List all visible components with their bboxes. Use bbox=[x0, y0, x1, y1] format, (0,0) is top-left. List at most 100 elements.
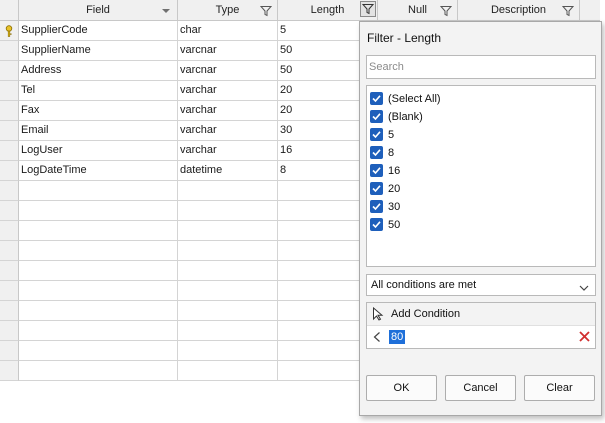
cell-type[interactable] bbox=[178, 261, 278, 281]
add-condition-button[interactable]: Add Condition bbox=[367, 303, 595, 326]
cell-field[interactable]: Fax bbox=[19, 101, 178, 121]
filter-value-list: (Select All) (Blank) 5 8 16 20 30 50 bbox=[366, 85, 596, 267]
checkbox-checked-icon[interactable] bbox=[370, 92, 383, 105]
column-header-null[interactable]: Null bbox=[378, 0, 458, 20]
cell-type[interactable] bbox=[178, 321, 278, 341]
cell-field[interactable]: SupplierName bbox=[19, 41, 178, 61]
cell-type[interactable]: varchar bbox=[178, 141, 278, 161]
filter-title: Filter - Length bbox=[367, 31, 442, 45]
checkbox-checked-icon[interactable] bbox=[370, 182, 383, 195]
cell-type[interactable]: varcnar bbox=[178, 41, 278, 61]
row-indicator[interactable] bbox=[0, 361, 19, 381]
condition-value[interactable]: 80 bbox=[389, 330, 406, 344]
cell-field[interactable]: Email bbox=[19, 121, 178, 141]
row-indicator[interactable] bbox=[0, 41, 19, 61]
cell-field[interactable] bbox=[19, 361, 178, 381]
cell-type[interactable] bbox=[178, 241, 278, 261]
cell-field[interactable] bbox=[19, 321, 178, 341]
filter-active-icon[interactable] bbox=[360, 1, 376, 17]
column-header-label: Field bbox=[86, 4, 110, 16]
cell-type[interactable]: varchar bbox=[178, 81, 278, 101]
filter-icon[interactable] bbox=[561, 4, 575, 17]
cell-field[interactable]: LogUser bbox=[19, 141, 178, 161]
cell-type[interactable]: char bbox=[178, 21, 278, 41]
add-condition-label: Add Condition bbox=[391, 308, 461, 320]
cell-type[interactable]: varchar bbox=[178, 101, 278, 121]
filter-search-input[interactable] bbox=[366, 55, 596, 79]
cell-type[interactable] bbox=[178, 201, 278, 221]
cell-field[interactable]: LogDateTime bbox=[19, 161, 178, 181]
filter-icon[interactable] bbox=[439, 4, 453, 17]
filter-value-item[interactable]: (Blank) bbox=[369, 108, 589, 126]
row-indicator[interactable] bbox=[0, 161, 19, 181]
cancel-button[interactable]: Cancel bbox=[445, 375, 516, 401]
checkbox-checked-icon[interactable] bbox=[370, 110, 383, 123]
delete-condition-icon[interactable] bbox=[579, 331, 590, 345]
checkbox-checked-icon[interactable] bbox=[370, 200, 383, 213]
row-indicator[interactable] bbox=[0, 201, 19, 221]
column-header-length[interactable]: Length bbox=[278, 0, 378, 20]
row-indicator[interactable] bbox=[0, 301, 19, 321]
filter-value-item[interactable]: (Select All) bbox=[369, 90, 589, 108]
filter-value-item[interactable]: 20 bbox=[369, 180, 589, 198]
filter-value-item[interactable]: 8 bbox=[369, 144, 589, 162]
row-indicator[interactable] bbox=[0, 341, 19, 361]
cell-field[interactable] bbox=[19, 241, 178, 261]
cell-type[interactable] bbox=[178, 341, 278, 361]
condition-mode-select[interactable]: All conditions are met bbox=[366, 274, 596, 296]
cell-field[interactable] bbox=[19, 201, 178, 221]
cell-type[interactable]: varchar bbox=[178, 121, 278, 141]
filter-popup: Filter - Length (Select All) (Blank) 5 8 16 2… bbox=[359, 21, 602, 416]
cell-type[interactable] bbox=[178, 281, 278, 301]
cell-field[interactable] bbox=[19, 341, 178, 361]
column-header-type[interactable]: Type bbox=[178, 0, 278, 20]
row-indicator[interactable] bbox=[0, 221, 19, 241]
row-indicator[interactable] bbox=[0, 81, 19, 101]
filter-value-item[interactable]: 16 bbox=[369, 162, 589, 180]
cell-field[interactable]: Address bbox=[19, 61, 178, 81]
cell-type[interactable] bbox=[178, 361, 278, 381]
checkbox-checked-icon[interactable] bbox=[370, 218, 383, 231]
cell-field[interactable]: SupplierCode bbox=[19, 21, 178, 41]
cell-type[interactable] bbox=[178, 221, 278, 241]
cell-field[interactable] bbox=[19, 261, 178, 281]
filter-value-label: 30 bbox=[388, 201, 401, 213]
row-indicator[interactable] bbox=[0, 21, 19, 41]
row-indicator[interactable] bbox=[0, 61, 19, 81]
cell-field[interactable] bbox=[19, 281, 178, 301]
cell-field[interactable] bbox=[19, 181, 178, 201]
sort-desc-icon[interactable] bbox=[160, 4, 172, 16]
cell-type[interactable]: varcnar bbox=[178, 61, 278, 81]
cell-field[interactable] bbox=[19, 221, 178, 241]
filter-value-item[interactable]: 30 bbox=[369, 198, 589, 216]
clear-button[interactable]: Clear bbox=[524, 375, 595, 401]
cell-type[interactable]: datetime bbox=[178, 161, 278, 181]
checkbox-checked-icon[interactable] bbox=[370, 146, 383, 159]
cell-type[interactable] bbox=[178, 301, 278, 321]
checkbox-checked-icon[interactable] bbox=[370, 128, 383, 141]
row-indicator[interactable] bbox=[0, 321, 19, 341]
row-indicator[interactable] bbox=[0, 141, 19, 161]
cell-field[interactable]: Tel bbox=[19, 81, 178, 101]
condition-row[interactable]: 80 bbox=[367, 326, 595, 348]
filter-icon[interactable] bbox=[259, 4, 273, 17]
cell-type[interactable] bbox=[178, 181, 278, 201]
row-indicator[interactable] bbox=[0, 281, 19, 301]
row-indicator[interactable] bbox=[0, 181, 19, 201]
filter-value-item[interactable]: 5 bbox=[369, 126, 589, 144]
column-header-label: Type bbox=[215, 4, 240, 16]
column-header-field[interactable]: Field bbox=[19, 0, 178, 20]
cell-field[interactable] bbox=[19, 301, 178, 321]
row-indicator[interactable] bbox=[0, 261, 19, 281]
row-indicator[interactable] bbox=[0, 121, 19, 141]
filter-value-item[interactable]: 50 bbox=[369, 216, 589, 234]
row-indicator[interactable] bbox=[0, 101, 19, 121]
primary-key-icon bbox=[5, 25, 13, 40]
filter-value-label: 8 bbox=[388, 147, 395, 159]
ok-button[interactable]: OK bbox=[366, 375, 437, 401]
filter-value-label: 20 bbox=[388, 183, 401, 195]
less-than-operator-icon[interactable] bbox=[372, 331, 382, 346]
checkbox-checked-icon[interactable] bbox=[370, 164, 383, 177]
row-indicator[interactable] bbox=[0, 241, 19, 261]
column-header-description[interactable]: Description bbox=[458, 0, 580, 20]
